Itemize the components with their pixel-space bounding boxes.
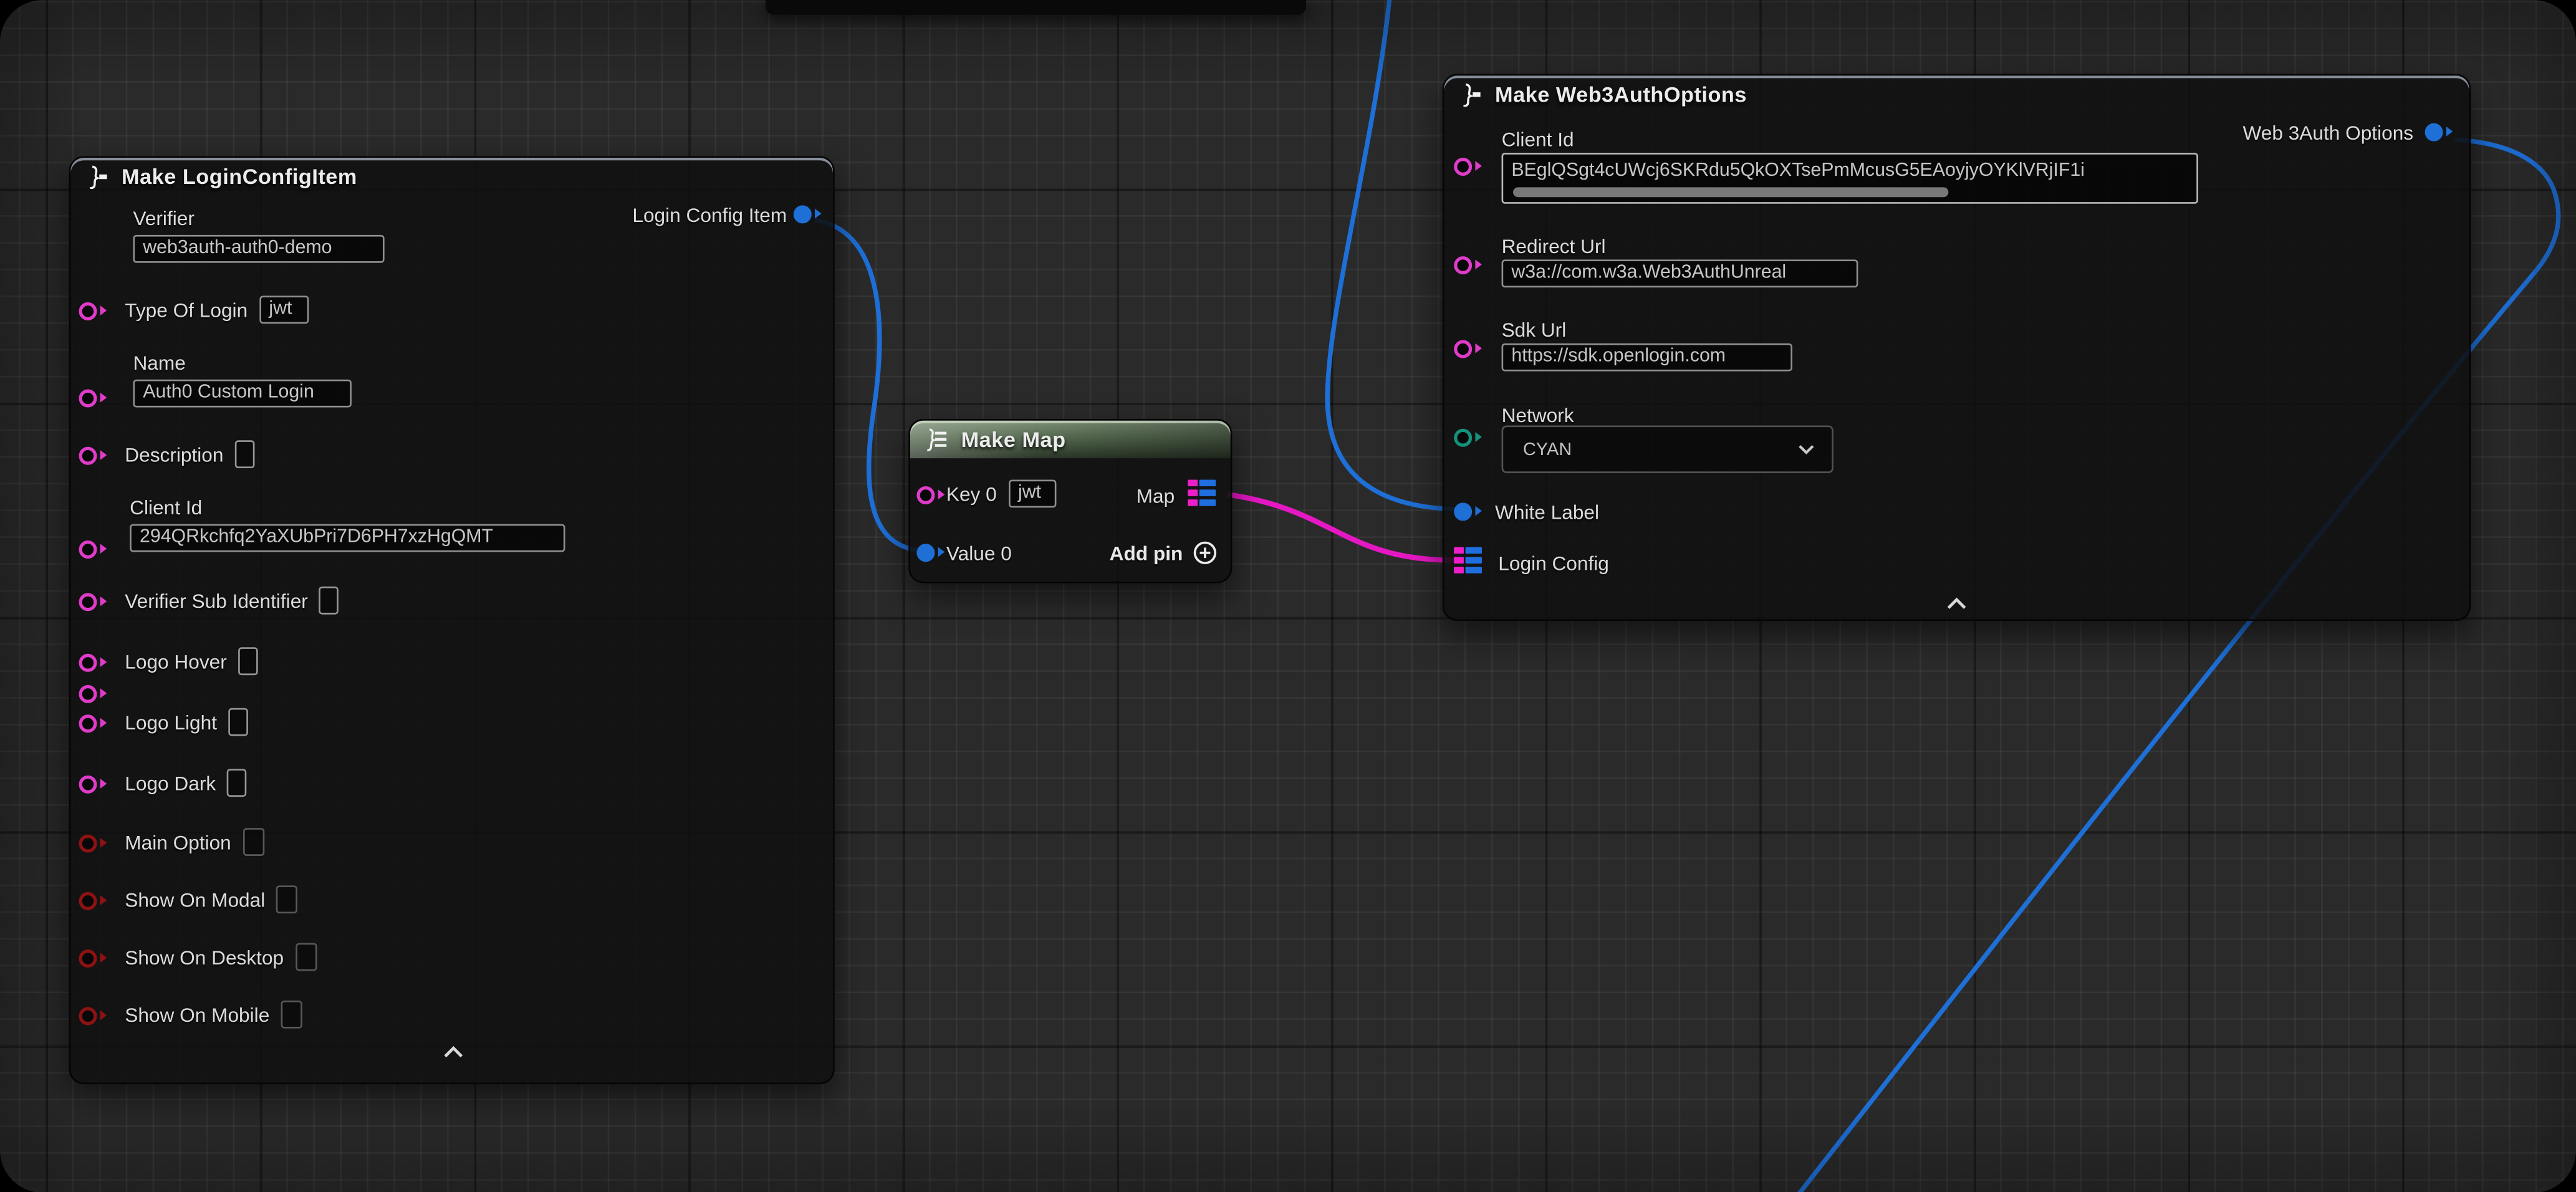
redirect-url-input[interactable]: w3a://com.w3a.Web3AuthUnreal (1502, 259, 1858, 287)
login-config-label: Login Config (1498, 552, 1609, 575)
node-make-loginconfigitem[interactable]: Make LoginConfigItem Verifier web3auth-a… (69, 156, 835, 1084)
node-make-web3authoptions[interactable]: Make Web3AuthOptions Client Id BEglQSgt4… (1443, 74, 2471, 622)
pin-value0[interactable] (916, 542, 944, 564)
description-input[interactable] (235, 440, 255, 468)
pin-map-output[interactable] (1188, 479, 1217, 506)
sdk-url-input[interactable]: https://sdk.openlogin.com (1502, 344, 1792, 372)
pin-show-on-modal[interactable] (79, 890, 107, 911)
chevron-down-icon (1797, 444, 1815, 455)
client-id-input[interactable]: 294QRkchfq2YaXUbPri7D6PH7xzHgQMT (130, 524, 565, 552)
wire-map-to-loginconfig (1227, 494, 1454, 560)
map-output-label: Map (1137, 484, 1175, 507)
offscreen-node-bottom-edge[interactable] (766, 0, 1306, 15)
add-pin-label[interactable]: Add pin (1110, 541, 1183, 564)
client-id-group: Client Id 294QRkchfq2YaXUbPri7D6PH7xzHgQ… (130, 496, 565, 552)
verifier-group: Verifier web3auth-auth0-demo (133, 207, 384, 263)
pin-logo-hover[interactable] (79, 652, 107, 673)
client-id-value: BEglQSgt4cUWcj6SKRdu5QkOXTsePmMcusG5EAoy… (1511, 161, 2085, 181)
logo-dark-input[interactable] (228, 769, 248, 797)
verifier-label: Verifier (133, 207, 384, 230)
client-id-label: Client Id (130, 496, 565, 519)
node-header-make-map[interactable]: Make Map (910, 421, 1231, 459)
redirect-url-label: Redirect Url (1502, 235, 1606, 258)
pin-show-on-desktop[interactable] (79, 948, 107, 969)
blueprint-graph-canvas[interactable]: Make LoginConfigItem Verifier web3auth-a… (0, 0, 2576, 1192)
collapse-node-chevron[interactable] (1945, 597, 1968, 612)
description-label: Description (125, 443, 223, 466)
name-input[interactable]: Auth0 Custom Login (133, 380, 351, 408)
pin-show-on-mobile[interactable] (79, 1006, 107, 1027)
type-of-login-input[interactable]: jwt (259, 296, 309, 324)
node-title: Make Map (961, 427, 1066, 452)
pin-verifier-sub-identifier[interactable] (79, 592, 107, 613)
pin-web3auth-options-output[interactable] (2425, 122, 2453, 143)
pin-verifier[interactable] (79, 388, 107, 409)
add-pin-icon[interactable] (1193, 541, 1218, 565)
verifier-sub-identifier-input[interactable] (319, 587, 339, 615)
show-on-desktop-checkbox[interactable] (296, 943, 317, 971)
pin-name[interactable] (79, 539, 107, 560)
network-selected-value: CYAN (1523, 440, 1572, 459)
pin-logo-light[interactable] (79, 713, 107, 734)
wire-top-to-whitelabel (1327, 0, 1457, 509)
pin-key0[interactable] (916, 484, 944, 506)
show-on-mobile-label: Show On Mobile (125, 1003, 269, 1026)
make-container-icon (925, 427, 950, 452)
type-of-login-label: Type Of Login (125, 298, 248, 321)
main-option-checkbox[interactable] (243, 828, 264, 856)
main-option-label: Main Option (125, 830, 231, 853)
pin-client-id[interactable] (1454, 156, 1482, 177)
white-label-label: White Label (1495, 501, 1599, 524)
show-on-modal-checkbox[interactable] (277, 885, 298, 913)
node-header-make-web3authoptions[interactable]: Make Web3AuthOptions (1444, 75, 2469, 113)
verifier-sub-identifier-label: Verifier Sub Identifier (125, 589, 308, 612)
pin-login-config-item-output[interactable] (794, 204, 822, 225)
graph-grid[interactable]: Make LoginConfigItem Verifier web3auth-a… (0, 0, 2576, 1192)
logo-hover-input[interactable] (238, 647, 258, 675)
node-header-make-loginconfigitem[interactable]: Make LoginConfigItem (70, 158, 833, 196)
pin-redirect-url[interactable] (1454, 254, 1482, 276)
make-struct-icon (1459, 82, 1484, 107)
node-make-map[interactable]: Make Map Key 0 jwt Value 0 Map Add pin (908, 419, 1232, 584)
pin-type-of-login[interactable] (79, 300, 107, 322)
pin-network[interactable] (1454, 427, 1482, 448)
client-id-scrollbar[interactable] (1513, 186, 1948, 196)
collapse-node-chevron[interactable] (442, 1045, 465, 1060)
pin-client-id[interactable] (79, 683, 107, 704)
pin-sdk-url[interactable] (1454, 339, 1482, 360)
client-id-label: Client Id (1502, 128, 1574, 151)
logo-light-input[interactable] (228, 708, 248, 736)
logo-light-label: Logo Light (125, 711, 217, 734)
node-title: Make Web3AuthOptions (1495, 82, 1747, 107)
name-label: Name (133, 352, 351, 375)
pin-main-option[interactable] (79, 833, 107, 854)
pin-description[interactable] (79, 445, 107, 466)
pin-logo-dark[interactable] (79, 774, 107, 795)
client-id-input[interactable]: BEglQSgt4cUWcj6SKRdu5QkOXTsePmMcusG5EAoy… (1502, 153, 2198, 204)
make-struct-icon (85, 165, 110, 190)
name-group: Name Auth0 Custom Login (133, 352, 351, 408)
show-on-desktop-label: Show On Desktop (125, 946, 284, 969)
pin-white-label[interactable] (1454, 501, 1482, 522)
web3auth-options-output-label: Web 3Auth Options (2242, 122, 2413, 145)
network-dropdown[interactable]: CYAN (1502, 426, 1833, 473)
key0-input[interactable]: jwt (1008, 479, 1055, 507)
key0-label: Key 0 (946, 482, 997, 505)
network-label: Network (1502, 404, 1574, 427)
login-config-item-output-label: Login Config Item (632, 204, 787, 227)
logo-hover-label: Logo Hover (125, 650, 227, 673)
node-title: Make LoginConfigItem (122, 165, 357, 190)
sdk-url-label: Sdk Url (1502, 319, 1567, 342)
verifier-input[interactable]: web3auth-auth0-demo (133, 235, 384, 263)
show-on-mobile-checkbox[interactable] (281, 1001, 302, 1029)
pin-login-config[interactable] (1454, 547, 1483, 574)
logo-dark-label: Logo Dark (125, 771, 216, 794)
value0-label: Value 0 (946, 542, 1012, 565)
show-on-modal-label: Show On Modal (125, 888, 265, 911)
